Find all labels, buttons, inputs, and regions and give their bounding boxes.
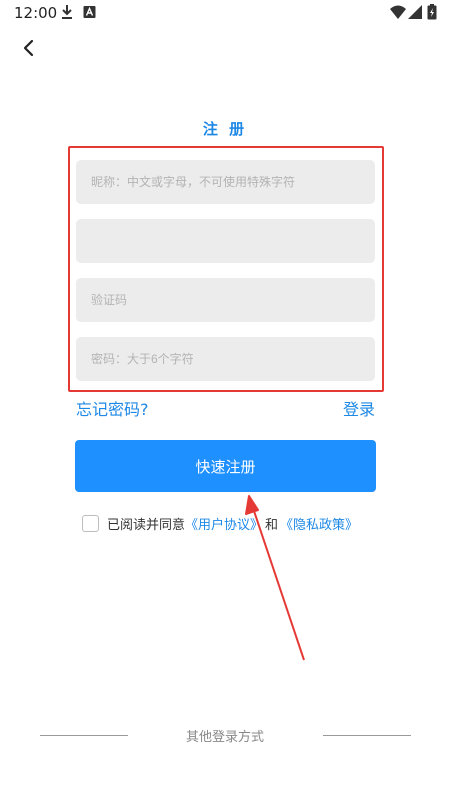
wifi-icon <box>390 5 406 19</box>
form-highlight-box <box>68 146 384 392</box>
back-arrow-icon[interactable] <box>14 34 44 64</box>
login-link[interactable]: 登录 <box>343 396 375 420</box>
download-icon <box>62 5 72 19</box>
forgot-password-link[interactable]: 忘记密码? <box>76 396 149 420</box>
agreement-checkbox[interactable] <box>82 514 99 532</box>
signal-icon <box>408 5 422 19</box>
a-notification-icon <box>83 6 96 18</box>
agreement-prefix: 已阅读并同意 <box>107 517 186 533</box>
register-button[interactable]: 快速注册 <box>75 440 376 492</box>
battery-charging-icon <box>427 4 437 20</box>
privacy-policy-link[interactable]: 《隐私政策》 <box>280 514 358 533</box>
user-agreement-link[interactable]: 《用户协议》 <box>185 514 263 533</box>
agreement-row: 已阅读并同意 《用户协议》 和 《隐私政策》 <box>82 512 358 534</box>
divider-right <box>323 735 411 736</box>
status-time: 12:00 <box>14 4 58 22</box>
agreement-and: 和 <box>265 517 279 533</box>
status-bar: 12:00 <box>0 0 450 26</box>
page-title: 注 册 <box>202 120 248 138</box>
